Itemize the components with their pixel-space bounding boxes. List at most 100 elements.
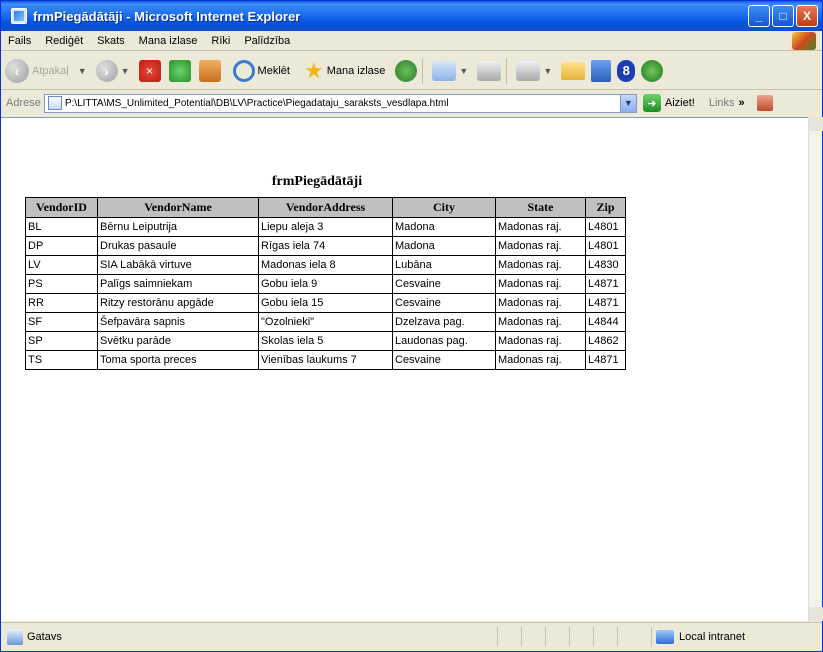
table-cell: Bērnu Leiputrija [97, 217, 259, 237]
address-input[interactable]: P:\LITTA\MS_Unlimited_Potential\DB\LV\Pr… [43, 93, 637, 113]
menu-tools[interactable]: Rīki [204, 35, 237, 47]
table-cell: Ritzy restorānu apgāde [97, 293, 259, 313]
address-bar: Adrese P:\LITTA\MS_Unlimited_Potential\D… [1, 91, 822, 115]
folder-icon[interactable] [561, 61, 586, 80]
column-header: VendorName [97, 197, 259, 218]
menu-edit[interactable]: Rediģēt [38, 35, 90, 47]
vertical-scrollbar[interactable] [808, 117, 823, 621]
stop-icon[interactable]: × [138, 59, 161, 82]
back-dropdown-icon[interactable]: ▼ [78, 66, 87, 76]
minimize-button[interactable]: _ [748, 5, 770, 27]
menu-favorites[interactable]: Mana izlase [132, 35, 205, 47]
table-cell: L4801 [585, 236, 626, 256]
table-cell: Laudonas pag. [392, 331, 496, 351]
status-panel [545, 627, 569, 647]
table-cell: BL [25, 217, 98, 237]
search-button[interactable]: Meklēt [229, 59, 296, 82]
forward-dropdown-icon[interactable]: ▼ [121, 66, 130, 76]
status-bar: Gatavs Local intranet [1, 622, 822, 651]
ie-window: frmPiegādātāji - Microsoft Internet Expl… [0, 0, 823, 652]
window-controls: _ □ X [748, 5, 818, 27]
refresh-icon[interactable] [168, 59, 191, 82]
table-cell: Madonas raj. [495, 293, 586, 313]
back-arrow-icon: ‹ [5, 58, 29, 83]
print-icon[interactable] [477, 60, 502, 81]
table-row: BL Bērnu Leiputrija Liepu aleja 3 Madona… [25, 217, 626, 237]
scroll-down-button[interactable] [809, 607, 823, 621]
address-label: Adrese [6, 97, 41, 109]
table-cell: Dzelzava pag. [392, 312, 496, 332]
edit-dropdown-icon[interactable]: ▼ [543, 66, 552, 76]
table-cell: Madonas raj. [495, 217, 586, 237]
menu-help[interactable]: Palīdzība [237, 35, 297, 47]
mail-icon[interactable] [432, 60, 457, 81]
status-text: Gatavs [27, 631, 62, 643]
column-header: State [495, 197, 586, 218]
vendors-table: VendorID VendorName VendorAddress City S… [25, 197, 626, 370]
menu-bar: Fails Rediģēt Skats Mana izlase Rīki Pal… [1, 31, 822, 51]
table-row: DP Drukas pasaule Rīgas iela 74 Madona M… [25, 236, 626, 256]
security-zone[interactable]: Local intranet [651, 627, 745, 647]
go-button[interactable]: ➜ Aiziet! [642, 94, 695, 112]
table-cell: SP [25, 331, 98, 351]
standard-toolbar: ‹ Atpakaļ ▼ › ▼ × Meklēt ★ Mana izlase ▼… [1, 52, 822, 90]
table-cell: Madonas raj. [495, 236, 586, 256]
table-cell: Madonas raj. [495, 255, 586, 275]
favorites-button[interactable]: ★ Mana izlase [300, 59, 391, 82]
status-panels [497, 627, 641, 647]
table-cell: SIA Labākā virtuve [97, 255, 259, 275]
home-icon[interactable] [198, 59, 221, 82]
table-cell: PS [25, 274, 98, 294]
table-cell: L4862 [585, 331, 626, 351]
extension-icon[interactable] [756, 95, 773, 111]
address-url[interactable]: P:\LITTA\MS_Unlimited_Potential\DB\LV\Pr… [65, 98, 449, 109]
close-button[interactable]: X [796, 5, 818, 27]
links-chevron-icon[interactable]: » [739, 97, 745, 109]
table-row: SP Svētku parāde Skolas iela 5 Laudonas … [25, 331, 626, 351]
history-icon[interactable] [395, 59, 418, 82]
column-header: VendorID [25, 197, 98, 218]
intranet-zone-icon [656, 630, 674, 644]
address-dropdown-icon[interactable]: ▼ [619, 94, 636, 112]
window-title: frmPiegādātāji - Microsoft Internet Expl… [33, 8, 301, 24]
column-header: VendorAddress [258, 197, 393, 218]
table-cell: "Ozolnieki" [258, 312, 393, 332]
status-panel [593, 627, 617, 647]
links-label[interactable]: Links [709, 97, 735, 109]
table-cell: Madonas raj. [495, 331, 586, 351]
table-cell: TS [25, 350, 98, 370]
edit-page-icon[interactable] [516, 60, 541, 81]
page-title: frmPiegādātāji [271, 174, 363, 189]
table-cell: Rīgas iela 74 [258, 236, 393, 256]
table-cell: L4830 [585, 255, 626, 275]
back-button[interactable]: ‹ Atpakaļ ▼ [5, 58, 92, 83]
menu-file[interactable]: Fails [1, 35, 38, 47]
status-panel [569, 627, 593, 647]
maximize-button[interactable]: □ [772, 5, 794, 27]
ie-page-icon [11, 8, 27, 24]
mail-dropdown-icon[interactable]: ▼ [459, 66, 468, 76]
table-cell: RR [25, 293, 98, 313]
table-cell: Gobu iela 15 [258, 293, 393, 313]
forward-button[interactable]: › ▼ [95, 59, 135, 82]
table-row: PS Palīgs saimniekam Gobu iela 9 Cesvain… [25, 274, 626, 294]
table-cell: Madona [392, 217, 496, 237]
msn-icon[interactable] [641, 59, 664, 82]
go-arrow-icon: ➜ [642, 94, 661, 112]
scroll-up-button[interactable] [809, 117, 823, 131]
table-cell: Cesvaine [392, 274, 496, 294]
table-cell: L4871 [585, 293, 626, 313]
title-bar[interactable]: frmPiegādātāji - Microsoft Internet Expl… [1, 1, 822, 31]
menu-view[interactable]: Skats [90, 35, 132, 47]
page-content: frmPiegādātāji VendorID VendorName Vendo… [1, 117, 808, 621]
table-cell: Gobu iela 9 [258, 274, 393, 294]
table-cell: L4801 [585, 217, 626, 237]
toolbar-separator [422, 57, 424, 84]
table-cell: Madonas raj. [495, 312, 586, 332]
research-icon[interactable] [591, 59, 612, 82]
table-cell: L4871 [585, 350, 626, 370]
messenger-badge-icon[interactable]: 8 [617, 59, 636, 82]
table-cell: Toma sporta preces [97, 350, 259, 370]
table-cell: Madonas raj. [495, 274, 586, 294]
favorites-label: Mana izlase [326, 64, 386, 77]
